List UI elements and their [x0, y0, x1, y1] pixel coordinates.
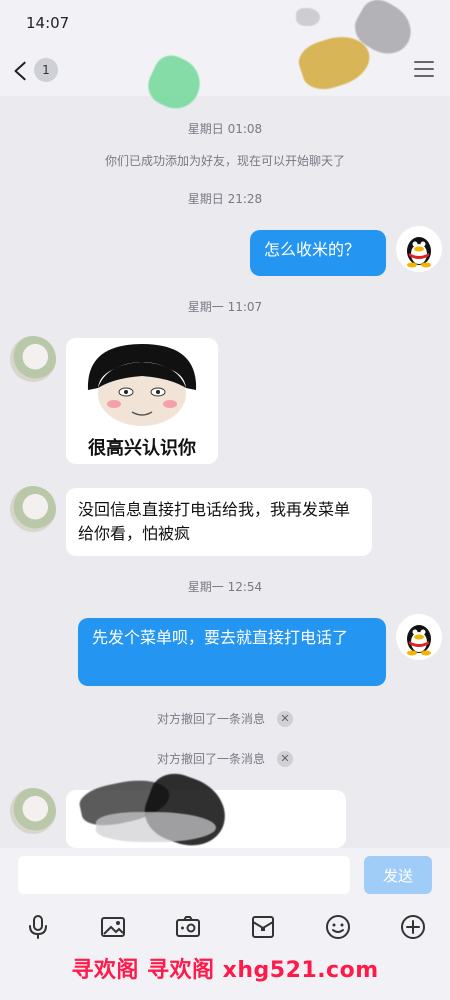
microphone-icon: [29, 915, 47, 939]
redaction-scribble: [296, 8, 320, 26]
recall-text: 对方撤回了一条消息: [156, 752, 265, 766]
status-bar-time: 14:07: [26, 14, 70, 32]
friend-avatar[interactable]: [10, 336, 56, 382]
message-input[interactable]: [18, 856, 350, 894]
menu-button[interactable]: [412, 58, 436, 80]
message-timestamp: 星期日 21:28: [187, 192, 263, 206]
more-button[interactable]: [398, 912, 428, 942]
chevron-left-icon: [14, 61, 26, 81]
message-timestamp: 星期一 11:07: [187, 300, 263, 314]
send-button[interactable]: 发送: [364, 856, 432, 894]
sticker-message[interactable]: 很高兴认识你: [66, 338, 218, 464]
my-message-bubble[interactable]: 先发个菜单呗，要去就直接打电话了: [78, 618, 386, 686]
my-message-bubble[interactable]: 怎么收米的？: [250, 230, 386, 276]
friend-message-bubble[interactable]: 没回信息直接打电话给我，我再发菜单给你看，怕被疯: [66, 488, 372, 556]
emoji-icon: [326, 915, 350, 939]
red-packet-button[interactable]: [248, 912, 278, 942]
watermark-text: 寻欢阁 寻欢阁 xhg521.com: [71, 958, 379, 983]
recall-text: 对方撤回了一条消息: [156, 712, 265, 726]
meme-face-icon: [87, 344, 197, 426]
recall-notice: 对方撤回了一条消息 ✕: [0, 710, 450, 727]
my-avatar[interactable]: [396, 226, 442, 272]
voice-button[interactable]: [23, 912, 53, 942]
close-icon[interactable]: ✕: [277, 710, 293, 727]
unread-count-badge: 1: [34, 58, 58, 82]
input-toolbar: [0, 910, 450, 950]
message-timestamp: 星期日 01:08: [187, 122, 263, 136]
menu-icon: [414, 61, 434, 77]
camera-icon: [176, 916, 200, 937]
image-icon: [101, 917, 125, 937]
sticker-caption: 很高兴认识你: [88, 438, 196, 459]
redaction-scribble: [96, 812, 216, 842]
image-button[interactable]: [98, 912, 128, 942]
friend-avatar[interactable]: [10, 486, 56, 532]
message-timestamp: 星期一 12:54: [187, 580, 263, 594]
friend-avatar[interactable]: [10, 788, 56, 834]
close-icon[interactable]: ✕: [277, 750, 293, 767]
penguin-icon: [407, 625, 431, 656]
emoji-button[interactable]: [323, 912, 353, 942]
my-avatar[interactable]: [396, 614, 442, 660]
penguin-icon: [407, 237, 431, 268]
friend-added-notice: 你们已成功添加为好友，现在可以开始聊天了: [104, 154, 345, 168]
camera-button[interactable]: [173, 912, 203, 942]
plus-icon: [401, 915, 425, 939]
red-packet-icon: [252, 916, 274, 938]
recall-notice: 对方撤回了一条消息 ✕: [0, 750, 450, 767]
